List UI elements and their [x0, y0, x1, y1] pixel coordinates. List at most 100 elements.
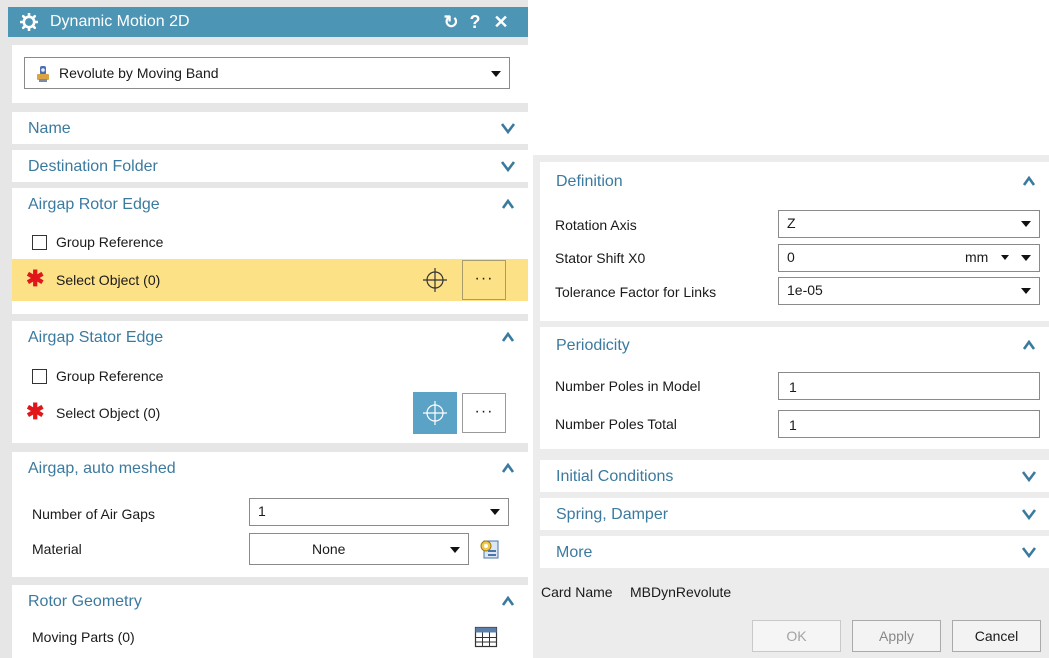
- definition-section: Definition Rotation Axis Z Stator Shift …: [540, 162, 1049, 321]
- section-title: Name: [28, 120, 71, 137]
- group-reference-label: Group Reference: [56, 234, 164, 250]
- reset-icon[interactable]: ↻: [440, 10, 462, 34]
- expand-chevron-icon: [1021, 547, 1037, 559]
- material-select[interactable]: None: [249, 533, 469, 565]
- group-reference-label: Group Reference: [56, 368, 164, 384]
- airgap-auto-meshed-header[interactable]: Airgap, auto meshed: [12, 452, 528, 484]
- num-air-gaps-label: Number of Air Gaps: [32, 506, 155, 522]
- tolerance-factor-select[interactable]: 1e-05: [778, 277, 1040, 305]
- crosshair-icon[interactable]: [417, 262, 453, 298]
- table-icon[interactable]: [474, 625, 498, 649]
- section-title: Destination Folder: [28, 158, 158, 175]
- cancel-button[interactable]: Cancel: [952, 620, 1041, 652]
- section-title: More: [556, 544, 593, 561]
- unit-chevron-down-icon[interactable]: [1001, 255, 1009, 260]
- chevron-down-icon: [1021, 221, 1031, 227]
- select-object-label: Select Object (0): [56, 405, 161, 421]
- rotation-axis-label: Rotation Axis: [555, 217, 637, 233]
- section-title: Periodicity: [556, 337, 630, 354]
- num-air-gaps-select[interactable]: 1: [249, 498, 509, 526]
- tolerance-factor-label: Tolerance Factor for Links: [555, 284, 717, 300]
- unit-select[interactable]: mm: [965, 248, 988, 266]
- chevron-down-icon: [1021, 288, 1031, 294]
- more-header[interactable]: More: [540, 536, 1049, 568]
- section-title: Initial Conditions: [556, 468, 674, 485]
- definition-header[interactable]: Definition: [540, 165, 1049, 197]
- name-section-header[interactable]: Name: [12, 112, 528, 144]
- group-reference-checkbox[interactable]: [32, 369, 47, 384]
- help-icon[interactable]: ?: [464, 10, 486, 34]
- chevron-down-icon: [1021, 255, 1031, 261]
- destination-folder-section: Destination Folder: [12, 150, 528, 182]
- expand-chevron-icon: [1021, 471, 1037, 483]
- collapse-chevron-icon: [1022, 339, 1036, 350]
- close-icon[interactable]: ✕: [490, 10, 512, 34]
- spring-damper-section: Spring, Damper: [540, 498, 1049, 530]
- dynamic-motion-dialog-extension: Definition Rotation Axis Z Stator Shift …: [533, 155, 1049, 658]
- joint-type-select[interactable]: Revolute by Moving Band: [24, 57, 510, 89]
- poles-in-model-value: 1: [789, 379, 797, 395]
- rotor-select-object-row[interactable]: ✱ Select Object (0) ···: [12, 259, 528, 301]
- airgap-rotor-edge-section: Airgap Rotor Edge Group Reference ✱ Sele…: [12, 188, 528, 314]
- rotor-geometry-section: Rotor Geometry Moving Parts (0): [12, 585, 528, 658]
- joint-type-card: Revolute by Moving Band: [12, 45, 528, 103]
- section-title: Rotor Geometry: [28, 593, 142, 610]
- card-name-value: MBDynRevolute: [630, 584, 732, 600]
- material-label: Material: [32, 541, 82, 557]
- moving-parts-label: Moving Parts (0): [32, 629, 135, 645]
- poles-in-model-input[interactable]: 1: [778, 372, 1040, 400]
- group-reference-checkbox[interactable]: [32, 235, 47, 250]
- chevron-down-icon: [450, 547, 460, 553]
- collapse-chevron-icon: [501, 331, 515, 342]
- periodicity-header[interactable]: Periodicity: [540, 329, 1049, 361]
- section-title: Airgap, auto meshed: [28, 460, 176, 477]
- num-air-gaps-value: 1: [258, 503, 266, 519]
- select-active-button[interactable]: [413, 392, 457, 434]
- expand-chevron-icon: [500, 161, 516, 173]
- poles-total-value: 1: [789, 417, 797, 433]
- airgap-rotor-edge-header[interactable]: Airgap Rotor Edge: [12, 188, 528, 220]
- name-section: Name: [12, 112, 528, 144]
- section-title: Airgap Rotor Edge: [28, 196, 160, 213]
- spring-damper-header[interactable]: Spring, Damper: [540, 498, 1049, 530]
- material-value: None: [312, 541, 346, 557]
- apply-button[interactable]: Apply: [852, 620, 941, 652]
- stator-shift-label: Stator Shift X0: [555, 250, 646, 266]
- collapse-chevron-icon: [1022, 175, 1036, 186]
- airgap-stator-edge-header[interactable]: Airgap Stator Edge: [12, 321, 528, 353]
- rotor-geometry-header[interactable]: Rotor Geometry: [12, 585, 528, 617]
- airgap-stator-edge-section: Airgap Stator Edge Group Reference ✱ Sel…: [12, 321, 528, 443]
- tolerance-factor-value: 1e-05: [787, 282, 823, 298]
- ok-button[interactable]: OK: [752, 620, 841, 652]
- section-title: Definition: [556, 173, 623, 190]
- poles-in-model-label: Number Poles in Model: [555, 378, 701, 394]
- gear-icon: [20, 13, 38, 31]
- crosshair-icon: [423, 401, 447, 425]
- expand-chevron-icon: [500, 123, 516, 135]
- poles-total-input[interactable]: 1: [778, 410, 1040, 438]
- stator-shift-input[interactable]: 0 mm: [778, 244, 1040, 272]
- collapse-chevron-icon: [501, 595, 515, 606]
- rotation-axis-select[interactable]: Z: [778, 210, 1040, 238]
- destination-folder-header[interactable]: Destination Folder: [12, 150, 528, 182]
- section-title: Airgap Stator Edge: [28, 329, 164, 346]
- required-star-icon: ✱: [26, 266, 45, 291]
- expand-chevron-icon: [1021, 509, 1037, 521]
- initial-conditions-section: Initial Conditions: [540, 460, 1049, 492]
- airgap-auto-meshed-section: Airgap, auto meshed Number of Air Gaps 1…: [12, 452, 528, 577]
- chevron-down-icon: [490, 509, 500, 515]
- more-section: More: [540, 536, 1049, 568]
- section-title: Spring, Damper: [556, 506, 669, 523]
- collapse-chevron-icon: [501, 462, 515, 473]
- material-library-icon[interactable]: [476, 536, 502, 562]
- more-options-button[interactable]: ···: [462, 393, 506, 433]
- select-object-label: Select Object (0): [56, 272, 161, 288]
- initial-conditions-header[interactable]: Initial Conditions: [540, 460, 1049, 492]
- periodicity-section: Periodicity Number Poles in Model 1 Numb…: [540, 327, 1049, 449]
- rotation-axis-value: Z: [787, 215, 796, 231]
- stator-select-object-row[interactable]: ✱ Select Object (0) ···: [12, 392, 528, 434]
- dialog-title: Dynamic Motion 2D: [50, 13, 190, 30]
- dialog-title-bar: Dynamic Motion 2D ↻ ? ✕: [8, 7, 528, 37]
- stator-shift-value: 0: [787, 249, 795, 265]
- more-options-button[interactable]: ···: [462, 260, 506, 300]
